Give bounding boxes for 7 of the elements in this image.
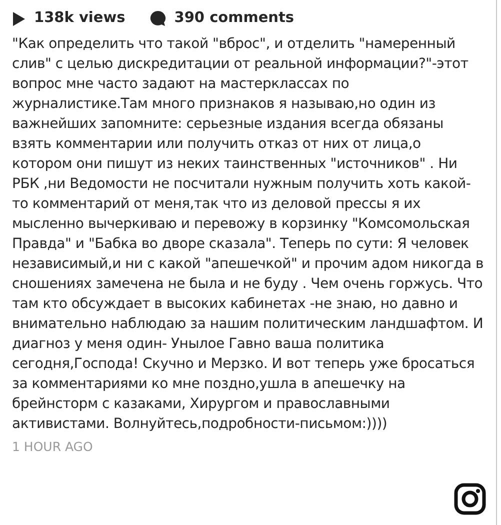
comment-icon [149, 10, 166, 28]
comments-count: 390 comments [174, 9, 294, 28]
post-timestamp: 1 HOUR AGO [12, 438, 93, 456]
instagram-icon[interactable] [454, 483, 486, 515]
play-icon [12, 10, 26, 27]
post-caption: "Как определить что такой "вброс", и отделить "намеренный слив" с целью дискредитации от реальной информации?"-этот вопрос мне часто задают на мастерклассах по журналистике.Там много признаков я называю,но один из важнейших запомните: серьезные издания всегда обязаны взять комментарии или получить отказ от них от лица,о котором они пишут из неких таинственных "источников" . Ни РБК ,ни Ведомости не посчитали нужным получить хоть какой-то комментарий от меня,так что из деловой прессы я их мысленно вычеркиваю и перевожу в корзинку "Комсомольская Правда" и "Бабка во дворе сказала". Теперь по сути: Я человек независимый,и ни с какой "апешечкой" и прочим адом никогда в сношениях замечена не была и не буду . Чем очень горжусь. Что там кто обсуждает в высоких кабинетах -не знаю, но давно и внимательно наблюдаю за нашим политическим ландшафтом. И диагноз у меня один- Унылое Гавно ваша политика сегодня,Господа! Скучно и Мерзко. И вот теперь уже бросаться за комментариями ко мне поздно,ушла в апешечку на брейнсторм с казаками, Хирургом и православными активистами. Волнуйтесь,подробности-письмом:)))) [12, 34, 484, 434]
views-count: 138k views [34, 9, 126, 28]
